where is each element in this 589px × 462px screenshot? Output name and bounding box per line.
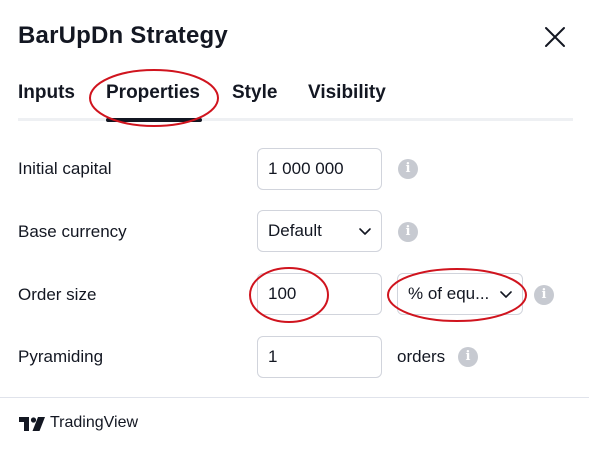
pyramiding-info-icon[interactable]: i — [458, 347, 478, 367]
base-currency-select[interactable]: Default — [257, 210, 382, 252]
order-size-input[interactable]: 100 — [257, 273, 382, 315]
order-size-label: Order size — [18, 285, 97, 304]
pyramiding-input[interactable]: 1 — [257, 336, 382, 378]
pyramiding-label: Pyramiding — [18, 347, 104, 366]
chevron-down-icon — [500, 291, 512, 298]
close-icon[interactable] — [542, 24, 568, 50]
initial-capital-label: Initial capital — [18, 159, 112, 178]
tradingview-brand: TradingView — [50, 414, 139, 431]
footer-divider — [0, 397, 589, 398]
order-size-info-icon[interactable]: i — [534, 285, 554, 305]
tab-style[interactable]: Style — [232, 82, 277, 104]
base-currency-info-icon[interactable]: i — [398, 222, 418, 242]
order-size-type-select[interactable]: % of equ... — [397, 273, 523, 315]
dialog-title: BarUpDn Strategy — [18, 22, 228, 49]
tab-bar-divider — [18, 118, 573, 121]
order-size-type-value: % of equ... — [408, 284, 490, 303]
tab-properties[interactable]: Properties — [106, 82, 200, 104]
tab-visibility[interactable]: Visibility — [308, 82, 386, 104]
base-currency-value: Default — [268, 221, 322, 240]
tab-inputs[interactable]: Inputs — [18, 82, 75, 104]
strategy-properties-dialog: BarUpDn Strategy Inputs Properties Style… — [0, 0, 589, 462]
chevron-down-icon — [359, 228, 371, 235]
tradingview-logo-icon — [19, 417, 45, 431]
initial-capital-input[interactable]: 1 000 000 — [257, 148, 382, 190]
pyramiding-unit-label: orders — [397, 347, 446, 366]
active-tab-indicator — [106, 118, 202, 122]
base-currency-label: Base currency — [18, 222, 127, 241]
initial-capital-info-icon[interactable]: i — [398, 159, 418, 179]
